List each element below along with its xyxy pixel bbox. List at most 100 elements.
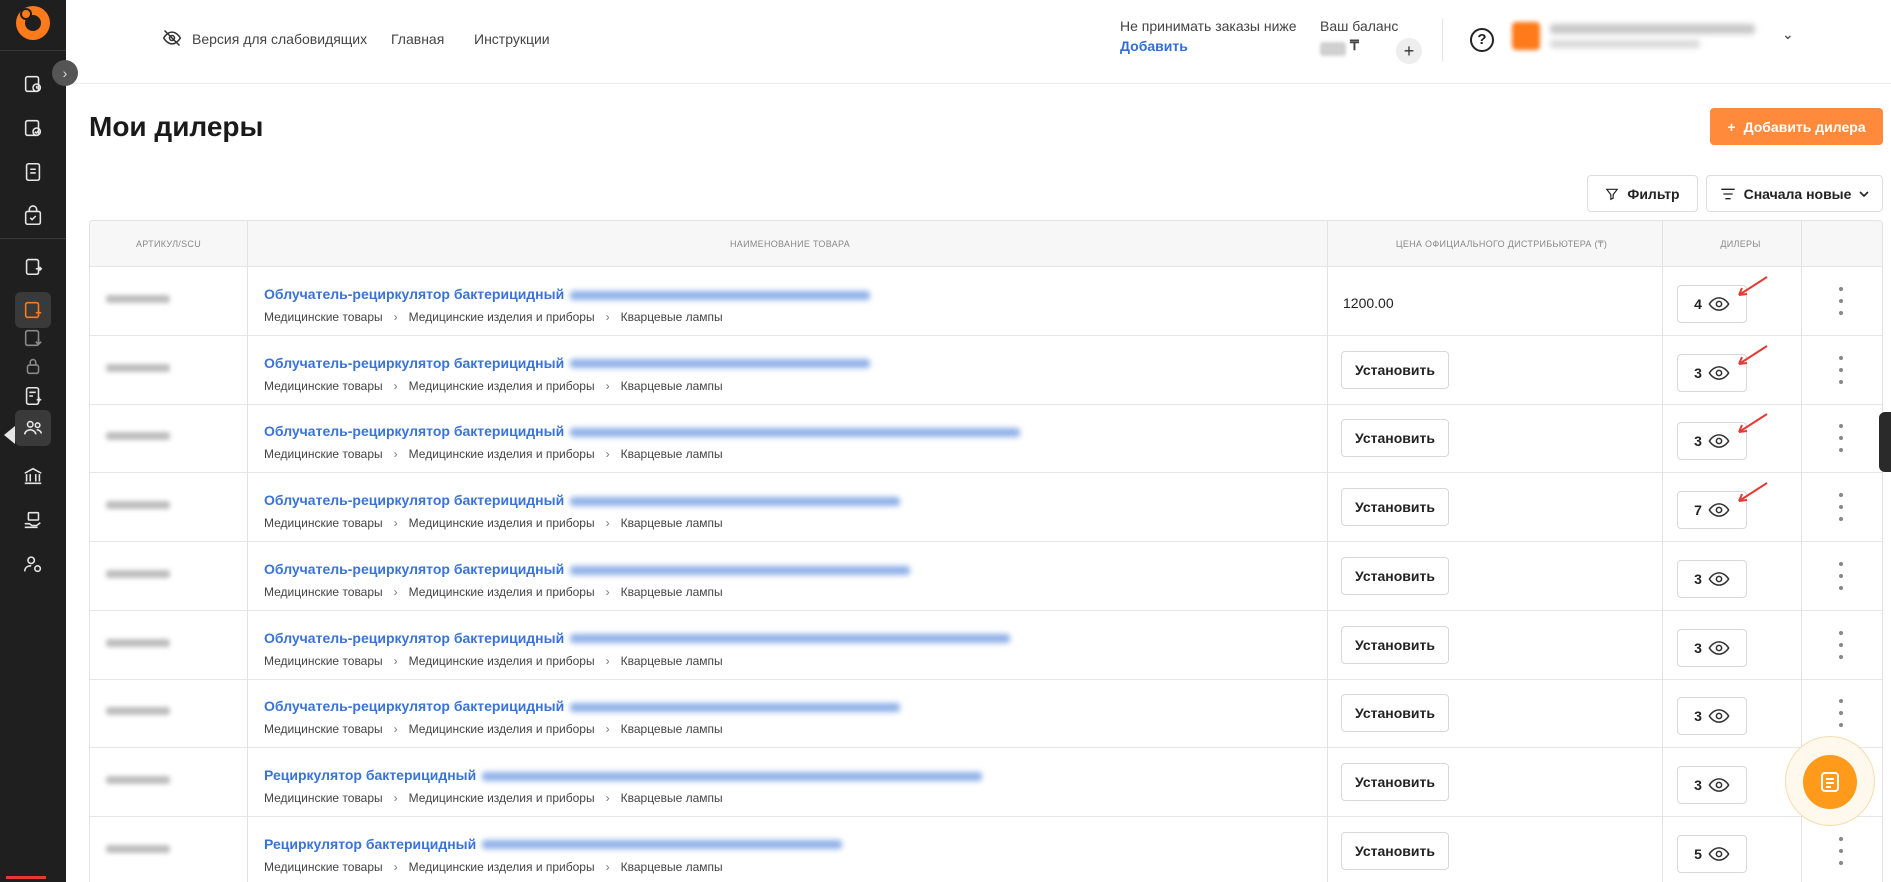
accessibility-link[interactable]: Версия для слабовидящих	[192, 31, 367, 47]
chevron-right-icon: ›	[393, 447, 398, 462]
breadcrumb-item[interactable]: Медицинские изделия и приборы	[409, 447, 595, 461]
breadcrumb-item[interactable]: Кварцевые лампы	[621, 310, 723, 324]
avatar[interactable]	[1512, 22, 1540, 50]
product-name-link[interactable]: Рециркулятор бактерицидный	[264, 767, 983, 783]
help-icon[interactable]: ?	[1470, 28, 1494, 52]
set-price-button[interactable]: Установить	[1341, 419, 1449, 458]
set-price-button[interactable]: Установить	[1341, 831, 1449, 870]
sidebar-item-returns[interactable]	[15, 248, 51, 284]
chevron-right-icon: ›	[605, 653, 610, 668]
dealers-count: 5	[1694, 845, 1702, 862]
breadcrumb-item[interactable]: Медицинские товары	[264, 379, 383, 393]
product-name-link[interactable]: Облучатель-рециркулятор бактерицидный	[264, 492, 901, 508]
logo[interactable]	[16, 6, 50, 40]
breadcrumb-item[interactable]: Медицинские изделия и приборы	[409, 379, 595, 393]
breadcrumb-item[interactable]: Кварцевые лампы	[621, 860, 723, 874]
set-price-button[interactable]: Установить	[1341, 625, 1449, 664]
chevron-right-icon: ›	[605, 310, 610, 324]
eye-icon	[1708, 503, 1730, 518]
product-name-link[interactable]: Облучатель-рециркулятор бактерицидный	[264, 286, 871, 302]
add-dealer-button[interactable]: + Добавить дилера	[1710, 108, 1883, 145]
breadcrumb-item[interactable]: Медицинские товары	[264, 791, 383, 805]
breadcrumb-item[interactable]: Кварцевые лампы	[621, 791, 723, 805]
chevron-right-icon: ›	[605, 584, 610, 599]
breadcrumb-item[interactable]: Кварцевые лампы	[621, 379, 723, 393]
chevron-down-icon[interactable]: ⌄	[1782, 26, 1794, 43]
sidebar-item-dealers[interactable]	[15, 410, 51, 446]
product-name-link[interactable]: Облучатель-рециркулятор бактерицидный	[264, 355, 871, 371]
sidebar-item-documents[interactable]	[15, 154, 51, 190]
breadcrumb: Медицинские товары › Медицинские изделия и…	[264, 791, 723, 805]
breadcrumb-item[interactable]: Кварцевые лампы	[621, 585, 723, 599]
product-name: Облучатель-рециркулятор бактерицидный	[264, 286, 565, 302]
min-order-add-link[interactable]: Добавить	[1120, 38, 1297, 54]
row-menu-kebab-icon[interactable]	[1838, 493, 1844, 522]
product-name-detail	[570, 565, 911, 575]
product-name-link[interactable]: Облучатель-рециркулятор бактерицидный	[264, 423, 1021, 439]
nav-link-home[interactable]: Главная	[391, 31, 444, 47]
sidebar-toggle-button[interactable]: ›	[52, 60, 78, 86]
collapse-arrow-icon[interactable]	[4, 426, 15, 444]
product-name-link[interactable]: Облучатель-рециркулятор бактерицидный	[264, 698, 901, 714]
row-menu-kebab-icon[interactable]	[1838, 424, 1844, 453]
breadcrumb-item[interactable]: Медицинские изделия и приборы	[409, 722, 595, 736]
chevron-right-icon: ›	[393, 378, 398, 393]
breadcrumb-item[interactable]: Медицинские изделия и приборы	[409, 860, 595, 874]
row-menu-kebab-icon[interactable]	[1838, 561, 1844, 590]
sidebar-item-price-list[interactable]	[15, 378, 51, 414]
user-name[interactable]	[1550, 24, 1755, 34]
breadcrumb-item[interactable]: Кварцевые лампы	[621, 516, 723, 530]
sku-value	[106, 501, 170, 510]
sidebar-item-profile[interactable]	[15, 546, 51, 582]
chevron-right-icon: ›	[393, 516, 398, 531]
breadcrumb-item[interactable]: Медицинские изделия и приборы	[409, 516, 595, 530]
chat-button[interactable]	[1803, 755, 1857, 809]
breadcrumb-item[interactable]: Медицинские изделия и приборы	[409, 791, 595, 805]
product-name-link[interactable]: Облучатель-рециркулятор бактерицидный	[264, 630, 1011, 646]
breadcrumb-item[interactable]: Медицинские товары	[264, 447, 383, 461]
set-price-button[interactable]: Установить	[1341, 762, 1449, 801]
set-price-button[interactable]: Установить	[1341, 488, 1449, 527]
breadcrumb-item[interactable]: Медицинские товары	[264, 654, 383, 668]
breadcrumb-item[interactable]: Медицинские товары	[264, 310, 383, 324]
breadcrumb-item[interactable]: Медицинские товары	[264, 516, 383, 530]
sidebar-item-payouts[interactable]	[15, 502, 51, 538]
breadcrumb-item[interactable]: Кварцевые лампы	[621, 654, 723, 668]
dealers-view-button[interactable]: 3	[1677, 765, 1747, 804]
row-menu-kebab-icon[interactable]	[1838, 630, 1844, 659]
breadcrumb-item[interactable]: Медицинские изделия и приборы	[409, 654, 595, 668]
row-menu-kebab-icon[interactable]	[1838, 836, 1844, 865]
dealers-view-button[interactable]: 5	[1677, 834, 1747, 873]
breadcrumb-item[interactable]: Кварцевые лампы	[621, 447, 723, 461]
nav-link-instructions[interactable]: Инструкции	[474, 31, 550, 47]
set-price-button[interactable]: Установить	[1341, 556, 1449, 595]
sidebar-item-products[interactable]	[15, 198, 51, 234]
set-price-button[interactable]: Установить	[1341, 350, 1449, 389]
plus-icon: +	[1727, 118, 1736, 135]
filter-button[interactable]: Фильтр	[1587, 175, 1698, 212]
breadcrumb-item[interactable]: Медицинские товары	[264, 585, 383, 599]
row-menu-kebab-icon[interactable]	[1838, 355, 1844, 384]
side-panel-tab[interactable]	[1879, 412, 1891, 472]
dealers-count: 7	[1694, 502, 1702, 519]
row-menu-kebab-icon[interactable]	[1838, 699, 1844, 728]
sort-dropdown[interactable]: Сначала новые	[1706, 175, 1883, 212]
dealers-view-button[interactable]: 3	[1677, 697, 1747, 736]
eye-off-icon[interactable]	[162, 28, 182, 48]
set-price-button[interactable]: Установить	[1341, 694, 1449, 733]
breadcrumb-item[interactable]: Кварцевые лампы	[621, 722, 723, 736]
product-name-link[interactable]: Рециркулятор бактерицидный	[264, 836, 843, 852]
dealers-view-button[interactable]: 3	[1677, 628, 1747, 667]
sku-value	[106, 432, 170, 441]
breadcrumb-item[interactable]: Медицинские изделия и приборы	[409, 585, 595, 599]
product-name-link[interactable]: Облучатель-рециркулятор бактерицидный	[264, 561, 911, 577]
sidebar-item-orders[interactable]	[15, 66, 51, 102]
sidebar-item-finance[interactable]	[15, 458, 51, 494]
breadcrumb-item[interactable]: Медицинские товары	[264, 860, 383, 874]
dealers-view-button[interactable]: 3	[1677, 559, 1747, 598]
row-menu-kebab-icon[interactable]	[1838, 287, 1844, 315]
balance-add-button[interactable]: +	[1396, 38, 1422, 64]
breadcrumb-item[interactable]: Медицинские изделия и приборы	[409, 310, 595, 324]
breadcrumb-item[interactable]: Медицинские товары	[264, 722, 383, 736]
sidebar-item-completed[interactable]	[15, 110, 51, 146]
